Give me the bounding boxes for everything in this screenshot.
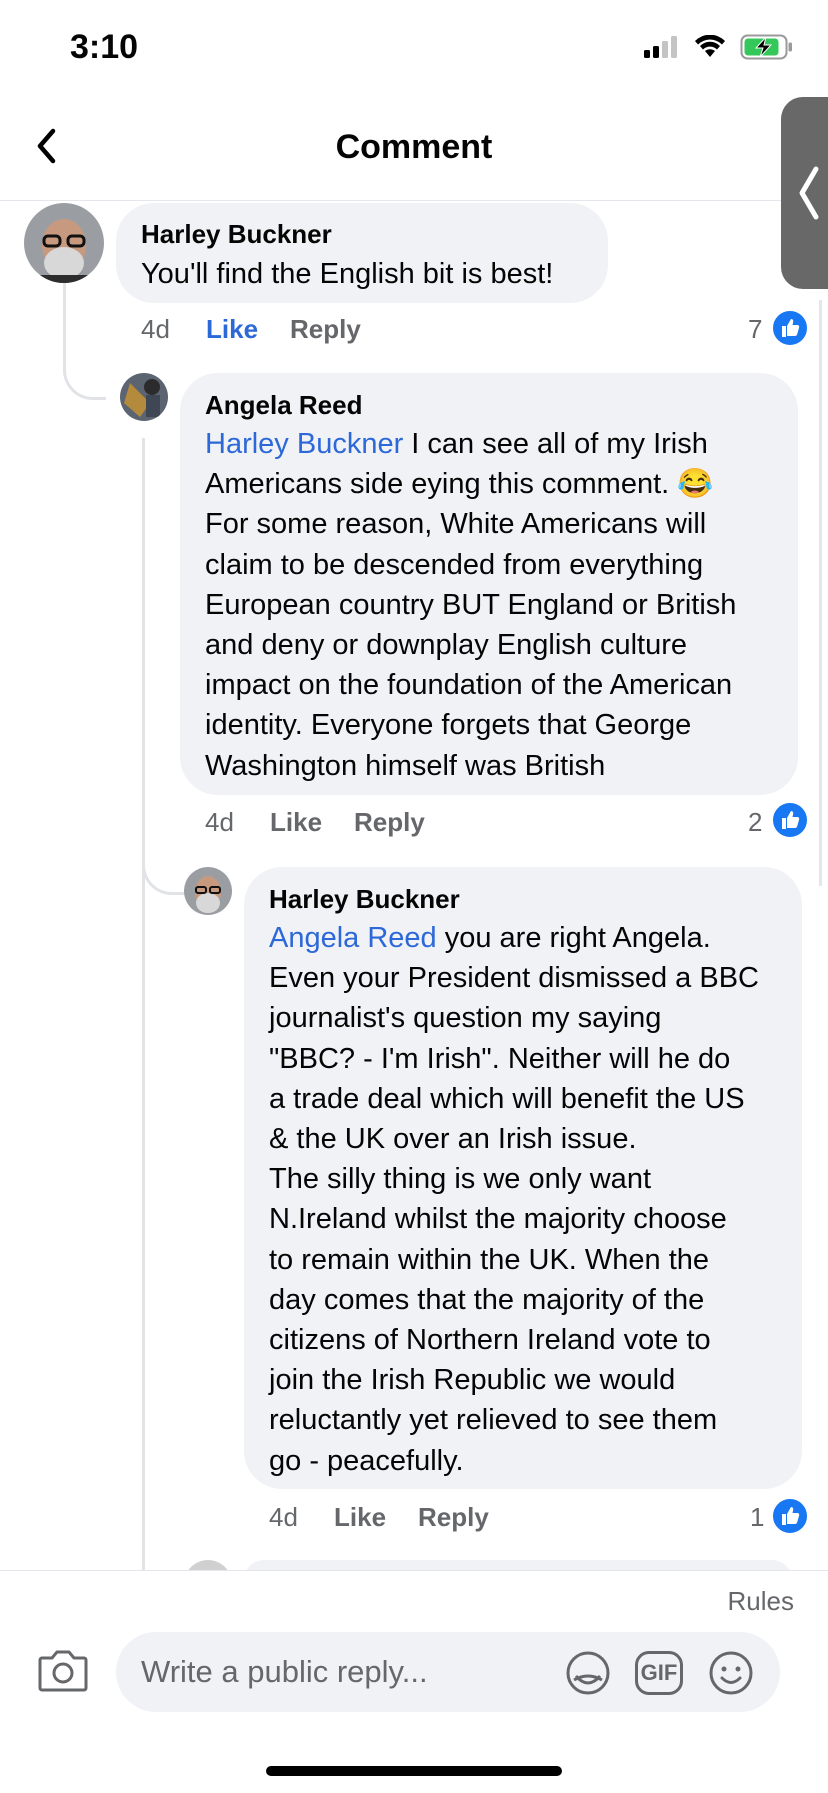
comment-author[interactable]: Harley Buckner <box>269 884 460 915</box>
status-icons <box>644 34 794 60</box>
chevron-left-icon <box>799 166 819 220</box>
thread-connector <box>63 342 106 400</box>
reaction-count[interactable]: 7 <box>748 314 762 345</box>
comment-line: go - peacefully. <box>269 1444 464 1477</box>
comment-line: N.Ireland whilst the majority choose <box>269 1203 727 1236</box>
like-button[interactable]: Like <box>334 1502 386 1533</box>
comment-line: to remain within the UK. When the <box>269 1243 710 1276</box>
comment-line: European country BUT England or British <box>205 588 737 621</box>
emoji-button[interactable] <box>708 1650 754 1701</box>
avatar[interactable] <box>24 203 104 283</box>
smiley-icon <box>709 1651 753 1695</box>
page-title: Comment <box>335 128 493 166</box>
comment-author[interactable]: Angela Reed <box>205 390 363 421</box>
cellular-signal-icon <box>644 36 677 58</box>
camera-button[interactable] <box>38 1648 88 1697</box>
comment-line: citizens of Northern Ireland vote to <box>269 1324 711 1357</box>
comment-line: Harley Buckner I can see all of my Irish <box>205 428 708 460</box>
comment-text: You'll find the English bit is best! <box>141 258 554 290</box>
like-button[interactable]: Like <box>206 314 258 345</box>
comment-author[interactable]: Harley Buckner <box>141 219 332 250</box>
comment-text: Harley Buckner I can see all of my Irish… <box>205 424 785 786</box>
rules-link[interactable]: Rules <box>728 1586 794 1617</box>
thread-line <box>142 438 145 1570</box>
comment-line: identity. Everyone forgets that George <box>205 709 692 742</box>
comment-timestamp[interactable]: 4d <box>205 807 234 838</box>
avatar-sticker-icon <box>566 1651 610 1695</box>
reply-button[interactable]: Reply <box>290 314 361 345</box>
avatar[interactable] <box>120 373 168 421</box>
avatar[interactable] <box>184 867 232 915</box>
comment-text: Angela Reed you are right Angela. Even y… <box>269 918 797 1481</box>
comment-line: day comes that the majority of the <box>269 1283 705 1316</box>
thumbs-up-icon <box>771 801 809 839</box>
comment-line: For some reason, White Americans will <box>205 508 707 541</box>
comment-line: Angela Reed you are right Angela. <box>269 922 711 954</box>
home-indicator <box>266 1766 562 1776</box>
comment-line: journalist's question my saying <box>269 1002 662 1035</box>
side-panel-handle[interactable] <box>781 97 828 289</box>
gif-label: GIF <box>640 1660 678 1685</box>
comment-timestamp[interactable]: 4d <box>269 1502 298 1533</box>
comment-line: and deny or downplay English culture <box>205 629 688 662</box>
scroll-indicator[interactable] <box>819 300 822 886</box>
reply-button[interactable]: Reply <box>354 807 425 838</box>
wifi-icon <box>695 35 725 57</box>
battery-charging-icon <box>740 34 792 60</box>
reaction-count[interactable]: 2 <box>748 807 762 838</box>
status-time: 3:10 <box>70 28 139 66</box>
comment-line: The silly thing is we only want <box>269 1163 651 1196</box>
mention-link[interactable]: Angela Reed <box>269 922 437 954</box>
avatar-sticker-button[interactable] <box>564 1650 612 1701</box>
thumbs-up-icon <box>771 1497 809 1535</box>
camera-icon <box>38 1650 88 1692</box>
comment-line: impact on the foundation of the American <box>205 669 733 702</box>
comment-line: Americans side eying this comment. 😂 <box>205 468 714 501</box>
gif-button[interactable]: GIF <box>635 1651 683 1695</box>
thread-connector <box>142 830 185 895</box>
thumbs-up-icon <box>771 309 809 347</box>
reply-button[interactable]: Reply <box>418 1502 489 1533</box>
comment-line: claim to be descended from everything <box>205 548 704 581</box>
comment-line: & the UK over an Irish issue. <box>269 1123 637 1156</box>
like-button[interactable]: Like <box>270 807 322 838</box>
comment-line: a trade deal which will benefit the US <box>269 1082 745 1115</box>
comment-line: reluctantly yet relieved to see them <box>269 1404 718 1437</box>
comment-line: Washington himself was British <box>205 749 606 782</box>
comment-line: "BBC? - I'm Irish". Neither will he do <box>269 1042 731 1075</box>
reaction-count[interactable]: 1 <box>750 1502 764 1533</box>
mention-link[interactable]: Harley Buckner <box>205 428 403 460</box>
comment-timestamp[interactable]: 4d <box>141 314 170 345</box>
comment-line: join the Irish Republic we would <box>269 1364 676 1397</box>
comment-line: Even your President dismissed a BBC <box>269 962 759 995</box>
reply-placeholder: Write a public reply... <box>141 1654 428 1689</box>
